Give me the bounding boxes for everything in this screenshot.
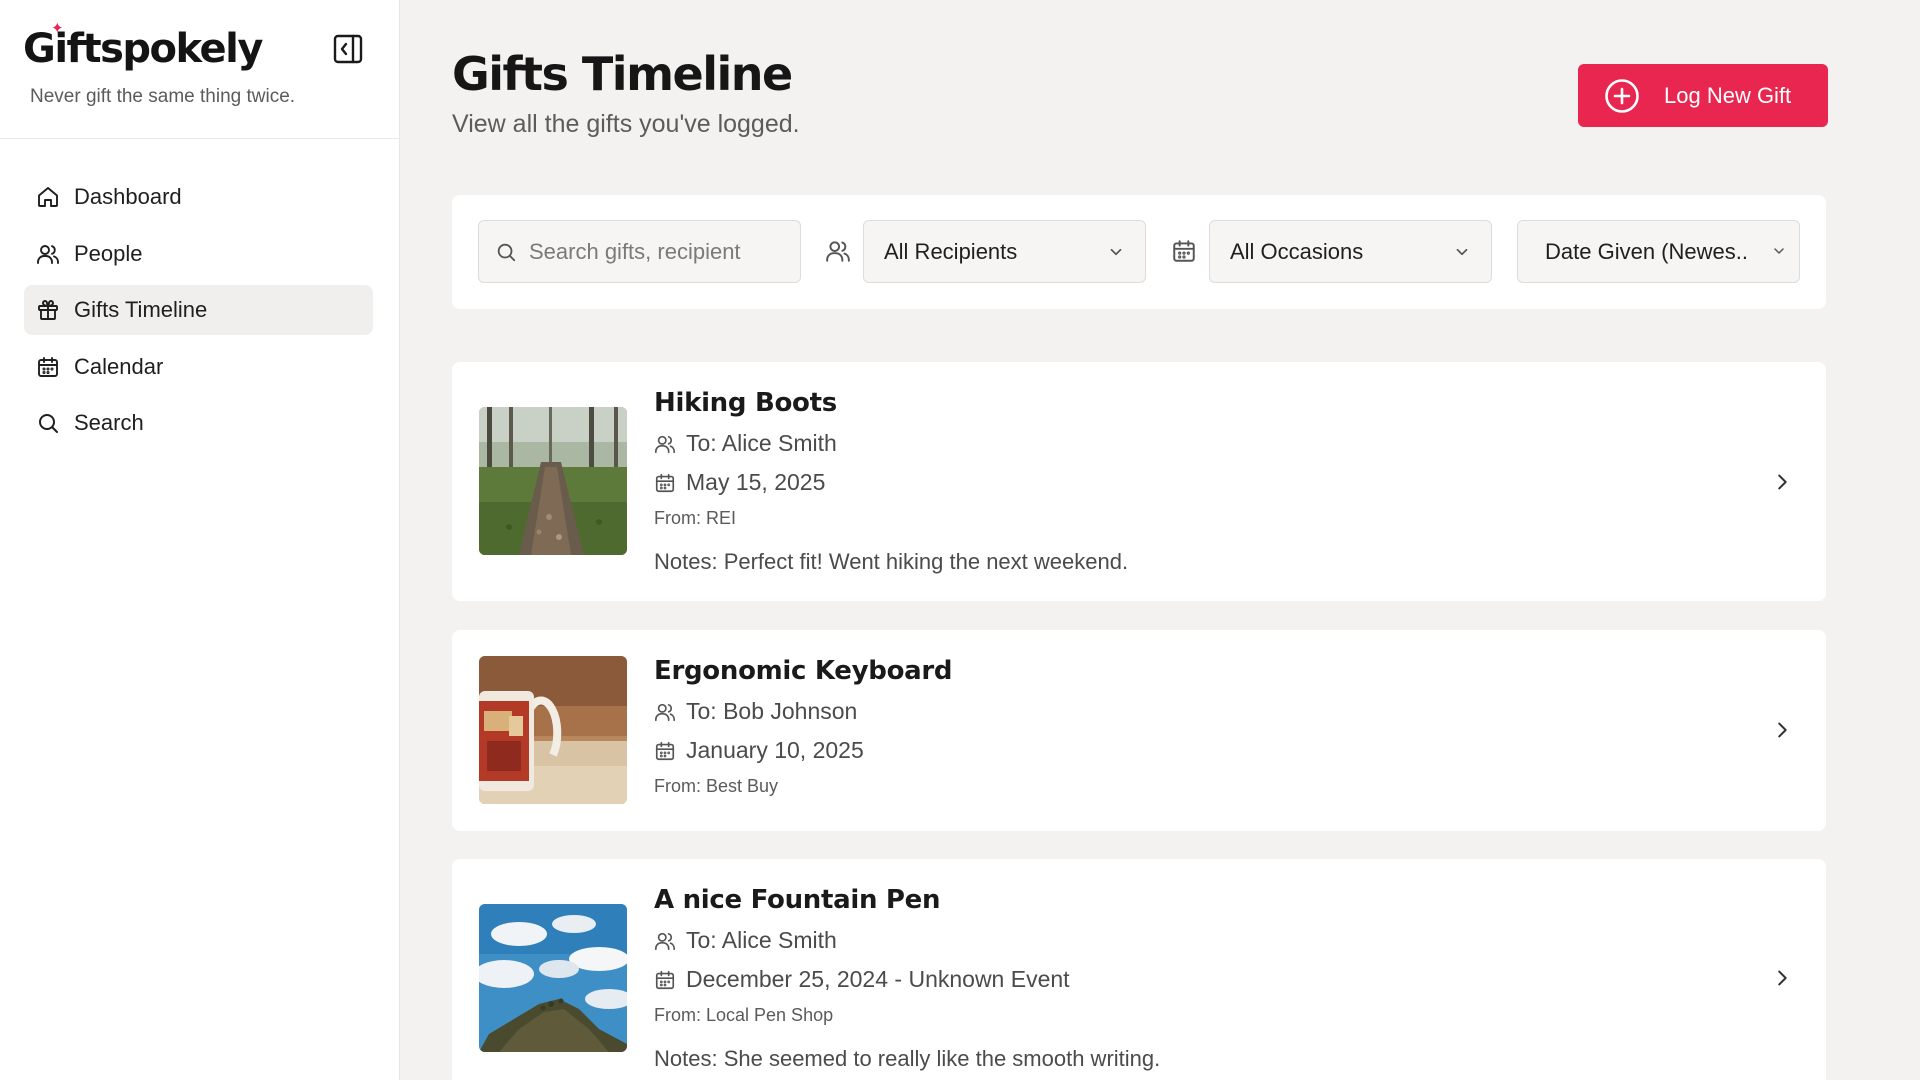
gift-date-text: December 25, 2024 - Unknown Event <box>686 966 1070 992</box>
search-placeholder: Search gifts, recipient <box>529 238 741 264</box>
chevron-down-icon <box>1771 243 1787 259</box>
gift-card[interactable]: Ergonomic Keyboard To: Bob Johnson Janua… <box>452 630 1826 831</box>
plus-circle-icon <box>1604 78 1640 114</box>
gift-date-text: January 10, 2025 <box>686 737 864 763</box>
occasion-select[interactable]: All Occasions <box>1209 220 1492 283</box>
gift-details: Ergonomic Keyboard To: Bob Johnson Janua… <box>654 656 953 797</box>
gift-recipient-text: To: Alice Smith <box>686 927 837 953</box>
users-icon <box>825 238 851 264</box>
gift-thumbnail-forest-path <box>479 407 627 555</box>
app-tagline: Never gift the same thing twice. <box>30 86 296 107</box>
chevron-down-icon <box>1453 243 1471 261</box>
sidebar-item-gifts-timeline[interactable]: Gifts Timeline <box>24 285 373 335</box>
sort-select-value: Date Given (Newes.. <box>1545 238 1748 264</box>
chevron-down-icon <box>1107 243 1125 261</box>
sidebar-item-search[interactable]: Search <box>24 398 373 448</box>
sidebar-item-calendar[interactable]: Calendar <box>24 342 373 392</box>
calendar-icon <box>36 355 60 379</box>
filter-bar: Search gifts, recipient All Recipients A… <box>452 195 1826 309</box>
gift-title: A nice Fountain Pen <box>654 885 941 915</box>
gift-notes: Notes: She seemed to really like the smo… <box>654 1046 1161 1071</box>
gift-icon <box>36 298 60 322</box>
search-input[interactable]: Search gifts, recipient <box>478 220 801 283</box>
gift-recipient: To: Bob Johnson <box>654 698 952 725</box>
chevron-right-icon <box>1770 966 1794 990</box>
sidebar-item-label: Dashboard <box>74 184 182 209</box>
calendar-icon <box>1171 238 1197 264</box>
chevron-right-icon <box>1770 718 1794 742</box>
sidebar-item-people[interactable]: People <box>24 229 373 279</box>
users-icon <box>36 242 60 266</box>
log-new-gift-label: Log New Gift <box>1664 82 1792 108</box>
user-icon <box>654 930 676 952</box>
recipient-select[interactable]: All Recipients <box>863 220 1146 283</box>
gift-title: Hiking Boots <box>654 388 837 418</box>
gift-date: December 25, 2024 - Unknown Event <box>654 966 1160 993</box>
sidebar-nav: Dashboard People Gifts Timeline Calendar… <box>0 139 399 448</box>
gift-date: January 10, 2025 <box>654 737 952 764</box>
brand-header: ✦ Giftspokely Never gift the same thing … <box>0 0 399 139</box>
home-icon <box>36 185 60 209</box>
gift-date: May 15, 2025 <box>654 469 1128 496</box>
gift-card[interactable]: A nice Fountain Pen To: Alice Smith Dece… <box>452 859 1826 1080</box>
search-icon <box>495 241 517 263</box>
user-icon <box>654 701 676 723</box>
gift-title: Ergonomic Keyboard <box>654 656 953 686</box>
gift-details: A nice Fountain Pen To: Alice Smith Dece… <box>654 885 1160 1072</box>
gift-date-text: May 15, 2025 <box>686 469 826 495</box>
sidebar-item-dashboard[interactable]: Dashboard <box>24 172 373 222</box>
gift-source: From: REI <box>654 508 737 528</box>
sidebar-item-label: Search <box>74 410 144 435</box>
log-new-gift-button[interactable]: Log New Gift <box>1578 64 1828 127</box>
sort-select[interactable]: Date Given (Newes.. <box>1517 220 1800 283</box>
gift-thumbnail-sky-rock <box>479 904 627 1052</box>
chevron-right-icon <box>1770 470 1794 494</box>
gift-source: From: Local Pen Shop <box>654 1005 834 1025</box>
app-logo[interactable]: ✦ Giftspokely <box>23 21 263 73</box>
sidebar-item-label: Calendar <box>74 353 164 379</box>
user-icon <box>654 433 676 455</box>
sidebar-collapse-icon <box>333 34 363 64</box>
gift-details: Hiking Boots To: Alice Smith May 15, 202… <box>654 388 1128 575</box>
gift-thumbnail-mug <box>479 656 627 804</box>
sidebar: ✦ Giftspokely Never gift the same thing … <box>0 0 400 1080</box>
search-icon <box>36 411 60 435</box>
gift-source: From: Best Buy <box>654 776 779 796</box>
gift-recipient-text: To: Alice Smith <box>686 430 837 456</box>
gift-notes: Notes: Perfect fit! Went hiking the next… <box>654 549 1129 574</box>
sidebar-item-label: Gifts Timeline <box>74 297 208 322</box>
calendar-icon <box>654 740 676 762</box>
page-title: Gifts Timeline <box>452 47 793 101</box>
sparkle-icon: ✦ <box>51 19 64 37</box>
collapse-sidebar-button[interactable] <box>332 33 364 65</box>
recipient-select-value: All Recipients <box>884 238 1018 264</box>
gift-recipient: To: Alice Smith <box>654 430 1128 457</box>
gift-card[interactable]: Hiking Boots To: Alice Smith May 15, 202… <box>452 362 1826 601</box>
calendar-icon <box>654 969 676 991</box>
gift-recipient-text: To: Bob Johnson <box>686 698 858 724</box>
sidebar-item-label: People <box>74 240 143 266</box>
calendar-icon <box>654 472 676 494</box>
gift-recipient: To: Alice Smith <box>654 927 1160 954</box>
occasion-select-value: All Occasions <box>1230 238 1364 264</box>
page-subtitle: View all the gifts you've logged. <box>452 110 800 138</box>
